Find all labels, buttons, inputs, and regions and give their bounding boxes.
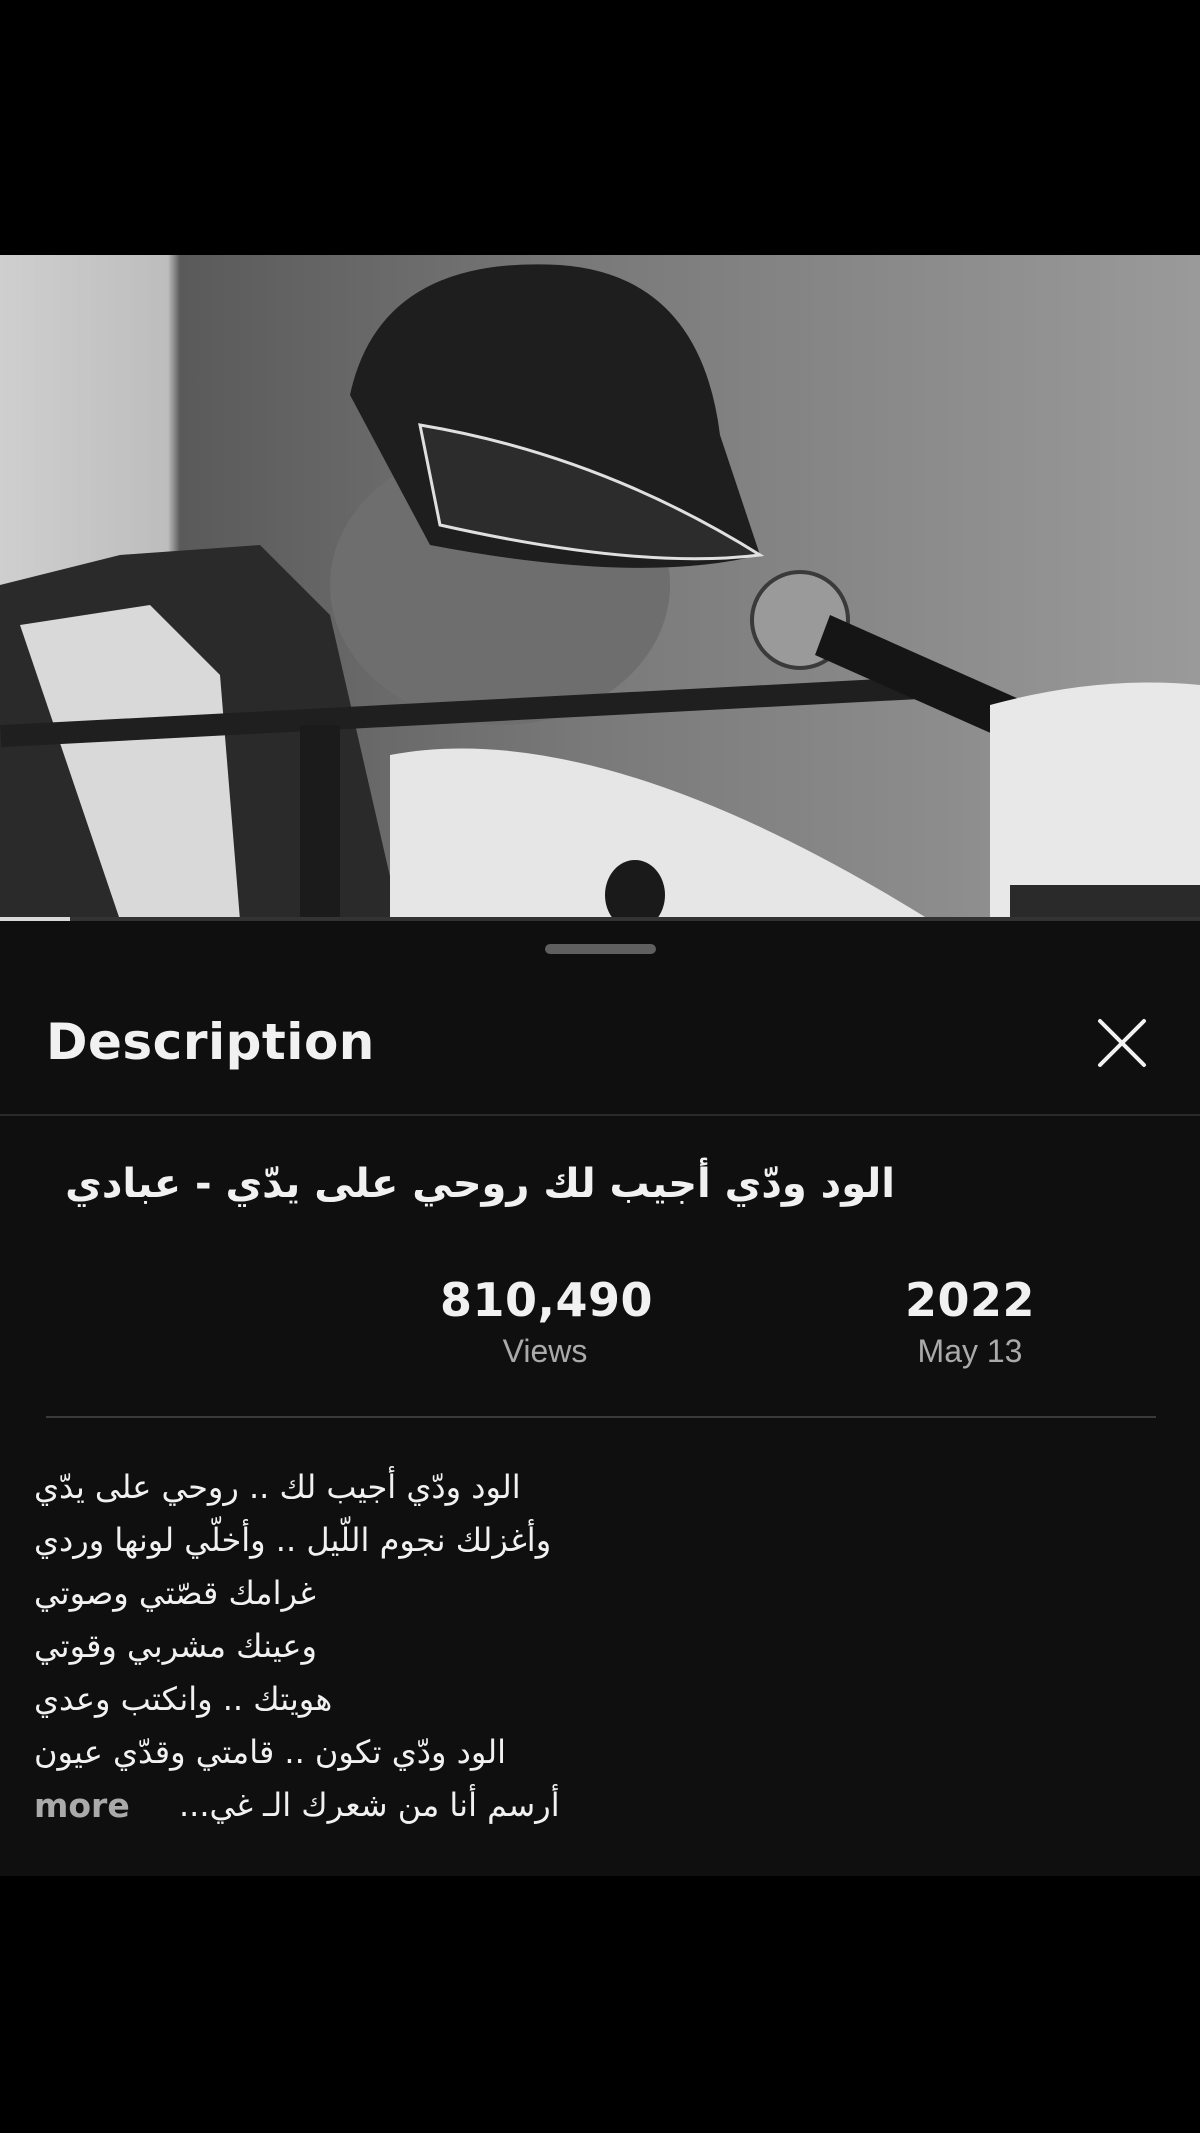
video-player[interactable] bbox=[0, 255, 1200, 920]
app-screen: Description الود ودّي أجيب لك روحي على ي… bbox=[0, 0, 1200, 2133]
description-truncated-line: more أرسم أنا من شعرك الـ غي... bbox=[34, 1779, 674, 1832]
sheet-title: Description bbox=[46, 1013, 375, 1071]
more-button[interactable]: more bbox=[34, 1779, 130, 1832]
video-title: الود ودّي أجيب لك روحي على يدّي - عبادي bbox=[65, 1161, 895, 1207]
views-label: Views bbox=[502, 1333, 588, 1369]
upload-date-stat: 2022 May 13 bbox=[880, 1273, 1060, 1370]
stats-divider bbox=[46, 1416, 1156, 1418]
views-count: 810,490 bbox=[440, 1273, 654, 1327]
description-line: وعينك مشربي وقوتي bbox=[34, 1627, 317, 1665]
upload-year: 2022 bbox=[904, 1273, 1036, 1327]
video-frame-illustration bbox=[0, 255, 1200, 920]
header-divider bbox=[0, 1114, 1200, 1116]
description-line: غرامك قصّتي وصوتي bbox=[34, 1574, 316, 1612]
views-stat: 810,490 Views bbox=[440, 1273, 654, 1370]
description-line: هويتك .. وانكتب وعدي bbox=[34, 1680, 333, 1718]
description-sheet: Description الود ودّي أجيب لك روحي على ي… bbox=[0, 921, 1200, 1876]
description-text: الود ودّي أجيب لك .. روحي على يدّي وأغزل… bbox=[34, 1461, 654, 1779]
close-icon[interactable] bbox=[1090, 1011, 1154, 1075]
description-line: وأغزلك نجوم اللّيل .. وأخلّي لونها وردي bbox=[34, 1521, 552, 1559]
description-line: الود ودّي أجيب لك .. روحي على يدّي bbox=[34, 1468, 521, 1506]
description-line: أرسم أنا من شعرك الـ غي... bbox=[179, 1786, 560, 1824]
sheet-drag-handle[interactable] bbox=[545, 944, 656, 954]
upload-date: May 13 bbox=[917, 1333, 1023, 1369]
description-line: الود ودّي تكون .. قامتي وقدّي عيون bbox=[34, 1733, 507, 1771]
